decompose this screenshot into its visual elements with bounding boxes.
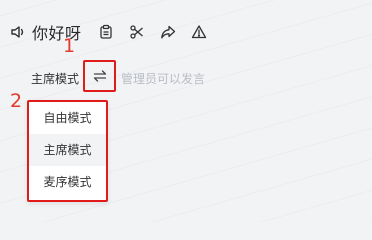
annotation-marker-2: 2	[10, 90, 23, 112]
warning-icon[interactable]	[191, 24, 207, 40]
annotation-marker-1: 1	[63, 35, 76, 57]
menu-item-free-mode[interactable]: 自由模式	[29, 102, 106, 134]
menu-item-queue-mode[interactable]: 麦序模式	[29, 166, 106, 198]
mode-dropdown-menu: 自由模式 主席模式 麦序模式	[27, 100, 108, 202]
swap-icon	[93, 67, 107, 86]
clipboard-icon[interactable]	[98, 24, 114, 40]
share-arrow-icon[interactable]	[160, 24, 176, 40]
chat-room-panel: 你好呀 1 2 主席模式 管理员可以发言 自由模式 主席模式 麦序模式	[0, 0, 372, 222]
speaker-icon[interactable]	[10, 24, 26, 40]
mode-hint-text: 管理员可以发言	[121, 72, 206, 86]
room-toolbar: 你好呀	[10, 19, 207, 45]
menu-item-chair-mode[interactable]: 主席模式	[29, 134, 106, 166]
scissors-icon[interactable]	[129, 24, 145, 40]
current-mode-label[interactable]: 主席模式	[31, 70, 79, 87]
mode-switch-button[interactable]	[83, 60, 116, 92]
